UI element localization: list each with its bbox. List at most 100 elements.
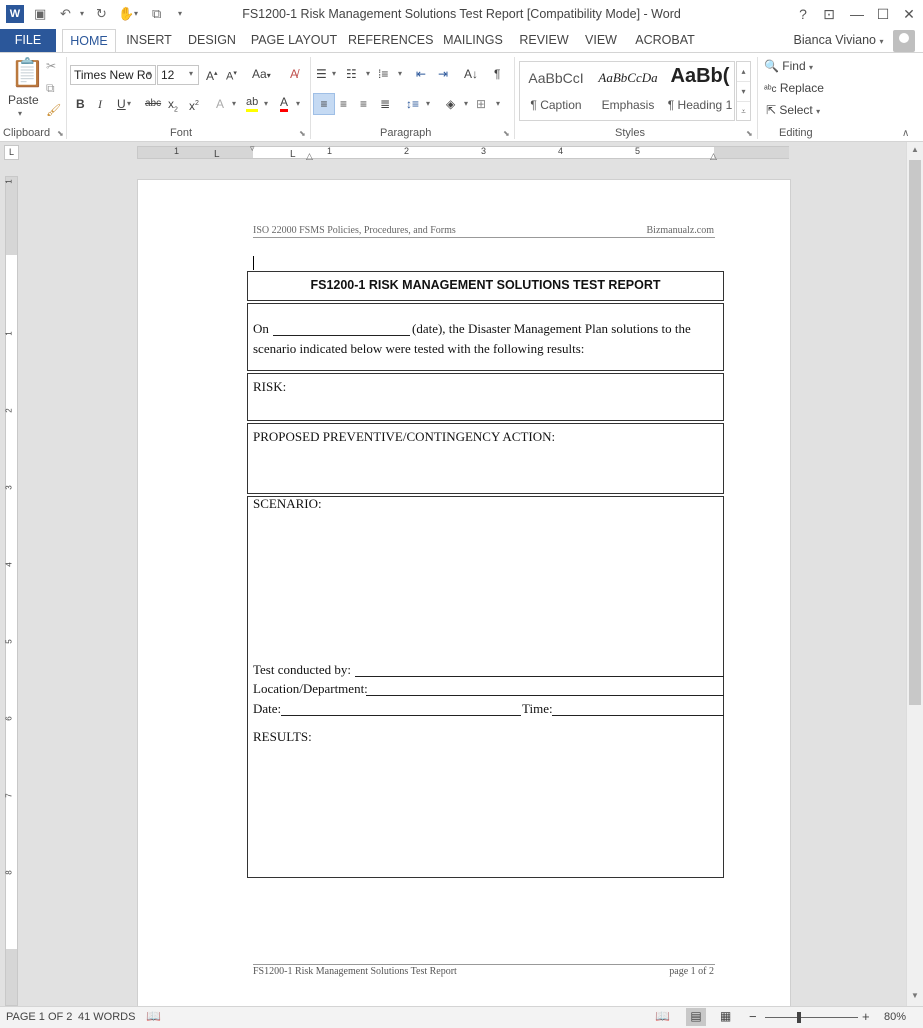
select-button[interactable]: ⇱ Select ▾ — [766, 101, 820, 121]
tab-review[interactable]: REVIEW — [516, 29, 572, 52]
risk-cell[interactable] — [247, 373, 724, 421]
sort-icon[interactable]: A↓ — [464, 65, 478, 83]
styles-launcher-icon[interactable]: ⬊ — [746, 129, 753, 138]
bullets-icon[interactable]: ☰ — [316, 65, 327, 83]
line-spacing-icon[interactable]: ↕≡ — [406, 95, 419, 113]
paragraph-launcher-icon[interactable]: ⬊ — [503, 129, 510, 138]
tab-mailings[interactable]: MAILINGS — [440, 29, 506, 52]
borders-dropdown-icon[interactable]: ▾ — [496, 95, 500, 113]
multilevel-list-icon[interactable]: ⁞≡ — [378, 65, 388, 83]
italic-icon[interactable]: I — [98, 95, 102, 113]
text-effects-dropdown-icon[interactable]: ▾ — [232, 95, 236, 113]
font-size-dropdown-icon[interactable]: ▾ — [189, 65, 193, 83]
help-button[interactable]: ? — [792, 4, 814, 24]
tab-references[interactable]: REFERENCES — [348, 29, 433, 52]
multilevel-dropdown-icon[interactable]: ▾ — [398, 65, 402, 83]
align-right-icon[interactable]: ≡ — [360, 95, 367, 113]
font-name-dropdown-icon[interactable]: ▾ — [147, 65, 151, 83]
time-line[interactable] — [552, 715, 724, 716]
paste-button[interactable]: Paste — [8, 91, 39, 109]
clear-formatting-icon[interactable]: A̸ — [290, 65, 298, 83]
change-case-icon[interactable]: Aa▾ — [252, 65, 271, 85]
zoom-slider-thumb[interactable] — [797, 1012, 801, 1023]
date-blank-line[interactable] — [273, 335, 410, 336]
maximize-button[interactable]: ☐ — [872, 4, 894, 24]
tab-acrobat[interactable]: ACROBAT — [632, 29, 698, 52]
print-layout-icon[interactable]: ▤ — [686, 1008, 706, 1026]
style-heading-1[interactable]: AaBb( ¶ Heading 1 — [664, 62, 736, 120]
tab-design[interactable]: DESIGN — [184, 29, 240, 52]
page-count[interactable]: PAGE 1 OF 2 — [6, 1011, 72, 1023]
document-page[interactable]: ISO 22000 FSMS Policies, Procedures, and… — [137, 179, 791, 1009]
show-formatting-icon[interactable]: ¶ — [494, 65, 500, 83]
zoom-out-button[interactable]: − — [749, 1009, 757, 1024]
shading-icon[interactable]: ◈ — [446, 95, 455, 113]
minimize-button[interactable]: — — [846, 4, 868, 24]
tab-home[interactable]: HOME — [62, 29, 116, 53]
styles-more-icon[interactable]: ⩡ — [737, 102, 750, 122]
highlight-dropdown-icon[interactable]: ▾ — [264, 95, 268, 113]
ruler-tab-marker-icon[interactable]: L — [290, 149, 296, 160]
highlight-color-icon[interactable]: ab — [246, 95, 259, 112]
paste-dropdown-icon[interactable]: ▾ — [18, 105, 22, 123]
web-layout-icon[interactable]: ▦ — [720, 1009, 731, 1023]
font-launcher-icon[interactable]: ⬊ — [299, 129, 306, 138]
intro-cell[interactable] — [247, 303, 724, 371]
date-line[interactable] — [281, 715, 521, 716]
tab-page-layout[interactable]: PAGE LAYOUT — [250, 29, 338, 52]
bullets-dropdown-icon[interactable]: ▾ — [332, 65, 336, 83]
right-indent-icon[interactable]: △ — [710, 151, 717, 162]
find-button[interactable]: 🔍 Find ▾ — [764, 57, 813, 77]
vertical-ruler[interactable]: 1 1 2 3 4 5 6 7 8 — [5, 176, 18, 1006]
read-mode-icon[interactable]: 📖 — [655, 1009, 670, 1023]
test-conducted-line[interactable] — [355, 676, 724, 677]
clipboard-launcher-icon[interactable]: ⬊ — [57, 129, 64, 138]
close-button[interactable]: ✕ — [898, 4, 920, 24]
location-line[interactable] — [366, 695, 724, 696]
tab-selector-icon[interactable]: L — [4, 145, 19, 160]
copy-icon[interactable]: ⧉ — [46, 79, 55, 97]
numbering-dropdown-icon[interactable]: ▾ — [366, 65, 370, 83]
text-effects-icon[interactable]: A — [216, 95, 224, 113]
tab-view[interactable]: VIEW — [582, 29, 620, 52]
zoom-slider[interactable] — [765, 1017, 858, 1018]
bold-icon[interactable]: B — [76, 95, 85, 113]
numbering-icon[interactable]: ☷ — [346, 65, 357, 83]
decrease-indent-icon[interactable]: ⇤ — [416, 65, 426, 83]
style-emphasis[interactable]: AaBbCcDa Emphasis — [592, 62, 664, 120]
zoom-level[interactable]: 80% — [884, 1011, 906, 1023]
ruler-tab-marker-icon[interactable]: L — [214, 149, 220, 160]
shrink-font-icon[interactable]: A▾ — [226, 65, 237, 86]
tab-insert[interactable]: INSERT — [122, 29, 176, 52]
paste-icon[interactable]: 📋 — [10, 57, 45, 91]
line-spacing-dropdown-icon[interactable]: ▾ — [426, 95, 430, 113]
user-account[interactable]: Bianca Viviano ▾ — [794, 29, 915, 52]
form-title-cell[interactable]: FS1200-1 RISK MANAGEMENT SOLUTIONS TEST … — [247, 271, 724, 301]
replace-button[interactable]: ᵃᵇc Replace — [764, 79, 824, 99]
subscript-icon[interactable]: x2 — [168, 95, 178, 119]
scroll-up-icon[interactable]: ▲ — [907, 142, 923, 158]
collapse-ribbon-icon[interactable]: ∧ — [902, 125, 909, 143]
word-count[interactable]: 41 WORDS — [78, 1011, 135, 1023]
style-caption[interactable]: AaBbCcI ¶ Caption — [520, 62, 592, 120]
styles-scroll-up-icon[interactable]: ▴ — [737, 62, 750, 82]
proofing-icon[interactable]: 📖 — [146, 1009, 161, 1023]
tab-file[interactable]: FILE — [0, 29, 56, 52]
font-color-icon[interactable]: A — [280, 95, 289, 112]
styles-scroll-down-icon[interactable]: ▾ — [737, 82, 750, 102]
scroll-down-icon[interactable]: ▼ — [907, 988, 923, 1004]
hanging-indent-icon[interactable]: △ — [306, 151, 313, 162]
format-painter-icon[interactable]: 🖌 — [46, 101, 61, 119]
align-center-icon[interactable]: ≡ — [340, 95, 347, 113]
ribbon-display-options-icon[interactable]: ⊡ — [818, 4, 840, 24]
zoom-in-button[interactable]: + — [862, 1009, 870, 1024]
vertical-scrollbar[interactable]: ▲ ▼ — [906, 142, 923, 1006]
strikethrough-icon[interactable]: abc — [145, 95, 161, 113]
horizontal-ruler[interactable]: 1 1 2 3 4 5 L L ▿ △ △ — [137, 143, 789, 162]
scrollbar-thumb[interactable] — [909, 160, 921, 705]
font-color-dropdown-icon[interactable]: ▾ — [296, 95, 300, 113]
superscript-icon[interactable]: x2 — [189, 95, 199, 115]
underline-icon[interactable]: U — [117, 95, 126, 113]
cut-icon[interactable]: ✂ — [46, 57, 56, 75]
underline-dropdown-icon[interactable]: ▾ — [127, 95, 131, 113]
